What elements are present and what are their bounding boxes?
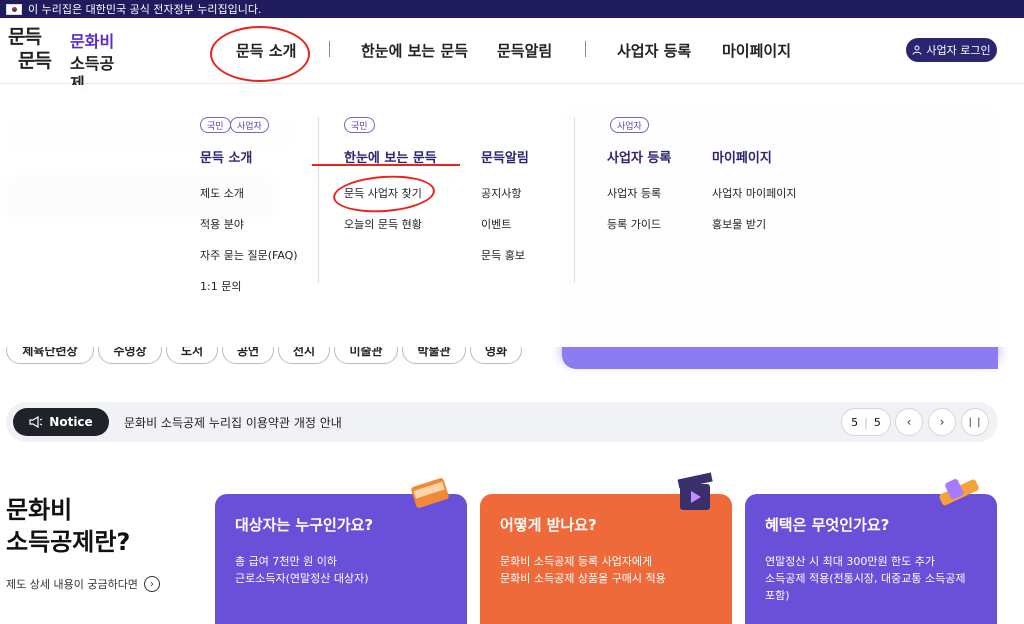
nav-separator bbox=[329, 41, 330, 57]
card-title: 대상자는 누구인가요? bbox=[235, 516, 374, 534]
menu-item-system-intro[interactable]: 제도 소개 bbox=[200, 185, 244, 201]
tag-business: 사업자 bbox=[610, 117, 649, 133]
menu-item-fields[interactable]: 적용 분야 bbox=[200, 216, 244, 232]
menu-item-register-guide[interactable]: 등록 가이드 bbox=[607, 216, 661, 232]
menu-item-announcements[interactable]: 공지사항 bbox=[481, 185, 521, 201]
mega-menu: 국민 사업자 문득 소개 제도 소개 적용 분야 자주 묻는 질문(FAQ) 1… bbox=[0, 85, 1024, 347]
tag-citizen: 국민 bbox=[344, 117, 375, 133]
info-card-target[interactable]: 대상자는 누구인가요? 총 급여 7천만 원 이하 근로소득자(연말정산 대상자… bbox=[215, 478, 467, 624]
intro-title-line1: 문화비 bbox=[6, 496, 73, 524]
site-logo[interactable]: 문득 문득 문화비 소득공제 bbox=[8, 26, 128, 93]
next-button[interactable]: › bbox=[928, 408, 956, 436]
menu-item-inquiry[interactable]: 1:1 문의 bbox=[200, 278, 241, 294]
notice-total: 5 bbox=[873, 415, 881, 429]
notice-counter: 5 | 5 bbox=[841, 408, 891, 436]
menu-item-promotion[interactable]: 문득 홍보 bbox=[481, 247, 525, 263]
menu-heading-notices[interactable]: 문득알림 bbox=[481, 147, 529, 166]
menu-heading-business-register[interactable]: 사업자 등록 bbox=[607, 147, 671, 166]
nav-mypage[interactable]: 마이페이지 bbox=[722, 40, 791, 61]
notice-current: 5 bbox=[851, 415, 859, 429]
menu-item-business-mypage[interactable]: 사업자 마이페이지 bbox=[712, 185, 796, 201]
card-desc: 연말정산 시 최대 300만원 한도 추가 소득공제 적용(전통시장, 대중교통… bbox=[765, 553, 977, 604]
logo-text-1: 문득 bbox=[8, 26, 42, 48]
menu-heading-mypage[interactable]: 마이페이지 bbox=[712, 147, 772, 166]
annotation-circle bbox=[331, 172, 437, 216]
intro-more-link[interactable]: 제도 상세 내용이 궁금하다면 › bbox=[6, 576, 160, 592]
site-header: 문득 문득 문화비 소득공제 문득 소개 한눈에 보는 문득 문득알림 사업자 … bbox=[0, 18, 1024, 93]
menu-divider bbox=[318, 117, 319, 283]
card-desc-line: 문화비 소득공제 상품을 구매시 적용 bbox=[500, 572, 666, 585]
notice-badge: Notice bbox=[13, 408, 109, 436]
menu-heading-intro[interactable]: 문득 소개 bbox=[200, 147, 252, 166]
card-desc: 총 급여 7천만 원 이하 근로소득자(연말정산 대상자) bbox=[235, 553, 447, 587]
gov-banner: 이 누리집은 대한민국 공식 전자정부 누리집입니다. bbox=[0, 0, 1024, 18]
info-card-benefit[interactable]: 혜택은 무엇인가요? 연말정산 시 최대 300만원 한도 추가 소득공제 적용… bbox=[745, 479, 997, 624]
dumbbell-icon bbox=[939, 479, 979, 506]
prev-button[interactable]: ‹ bbox=[895, 408, 923, 436]
clapperboard-icon bbox=[677, 472, 713, 510]
menu-item-promo-materials[interactable]: 홍보물 받기 bbox=[712, 216, 766, 232]
korean-flag-icon bbox=[6, 3, 22, 15]
nav-overview[interactable]: 한눈에 보는 문득 bbox=[361, 40, 468, 61]
logo-text-2: 문득 bbox=[18, 50, 52, 72]
intro-title-line2: 소득공제란? bbox=[6, 528, 131, 556]
card-desc: 문화비 소득공제 등록 사업자에게 문화비 소득공제 상품을 구매시 적용 bbox=[500, 553, 712, 587]
annotation-underline bbox=[312, 164, 460, 166]
pause-icon: | | bbox=[968, 416, 982, 428]
pause-button[interactable]: | | bbox=[961, 408, 989, 436]
book-icon bbox=[411, 478, 449, 508]
hero-panel-edge bbox=[562, 347, 998, 369]
login-label: 사업자 로그인 bbox=[926, 44, 991, 57]
annotation-circle bbox=[210, 26, 310, 82]
intro-title: 문화비 소득공제란? bbox=[6, 494, 130, 558]
card-desc-line: 소득공제 적용(전통시장, 대중교통 소득공제 bbox=[765, 572, 966, 585]
nav-business-register[interactable]: 사업자 등록 bbox=[617, 40, 691, 61]
notice-badge-label: Notice bbox=[49, 415, 93, 429]
user-icon bbox=[912, 45, 922, 55]
notice-text[interactable]: 문화비 소득공제 누리집 이용약관 개정 안내 bbox=[124, 414, 342, 431]
chevron-right-icon: › bbox=[143, 576, 160, 592]
card-title: 어떻게 받나요? bbox=[500, 516, 597, 534]
gov-banner-text: 이 누리집은 대한민국 공식 전자정부 누리집입니다. bbox=[28, 3, 262, 16]
counter-divider: | bbox=[864, 415, 868, 429]
menu-divider bbox=[574, 117, 575, 283]
logo-text-3: 문화비 bbox=[70, 32, 115, 51]
card-desc-line: 연말정산 시 최대 300만원 한도 추가 bbox=[765, 555, 936, 568]
tag-business: 사업자 bbox=[230, 117, 269, 133]
nav-notices[interactable]: 문득알림 bbox=[497, 40, 552, 61]
intro-more-text: 제도 상세 내용이 궁금하다면 bbox=[6, 578, 138, 591]
tag-citizen: 국민 bbox=[200, 117, 231, 133]
menu-item-register[interactable]: 사업자 등록 bbox=[607, 185, 661, 201]
menu-item-faq[interactable]: 자주 묻는 질문(FAQ) bbox=[200, 247, 298, 263]
menu-item-today-status[interactable]: 오늘의 문득 현황 bbox=[344, 216, 422, 232]
info-card-how[interactable]: 어떻게 받나요? 문화비 소득공제 등록 사업자에게 문화비 소득공제 상품을 … bbox=[480, 472, 732, 624]
nav-separator bbox=[585, 41, 586, 57]
chevron-right-icon: › bbox=[939, 415, 945, 429]
card-title: 혜택은 무엇인가요? bbox=[765, 516, 890, 534]
card-desc-line: 포함) bbox=[765, 589, 790, 602]
megaphone-icon bbox=[29, 416, 43, 428]
card-desc-line: 총 급여 7천만 원 이하 bbox=[235, 555, 337, 568]
business-login-button[interactable]: 사업자 로그인 bbox=[906, 38, 997, 62]
menu-item-events[interactable]: 이벤트 bbox=[481, 216, 511, 232]
card-desc-line: 근로소득자(연말정산 대상자) bbox=[235, 572, 369, 585]
notice-bar: Notice 문화비 소득공제 누리집 이용약관 개정 안내 5 | 5 ‹ ›… bbox=[6, 402, 998, 442]
chevron-left-icon: ‹ bbox=[906, 415, 912, 429]
card-desc-line: 문화비 소득공제 등록 사업자에게 bbox=[500, 555, 653, 568]
